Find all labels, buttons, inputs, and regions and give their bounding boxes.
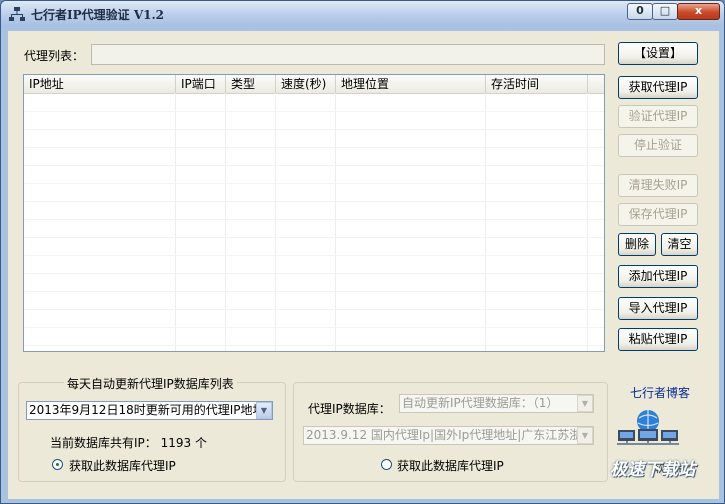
- database-radio-label[interactable]: 获取此数据库代理IP: [397, 457, 504, 474]
- database-detail-value: 2013.9.12 国内代理Ip|国外Ip代理地址|广东江苏浙: [306, 428, 582, 442]
- grid-line: [24, 201, 604, 202]
- verify-proxy-button[interactable]: 验证代理IP: [618, 105, 698, 128]
- proxy-table[interactable]: IP地址 IP端口 类型 速度(秒) 地理位置 存活时间: [23, 74, 605, 352]
- main-panel: 代理列表： IP地址 IP端口 类型 速度(秒) 地理位置 存活时间 【设置】 …: [8, 31, 719, 499]
- auto-update-group-title: 每天自动更新代理IP数据库列表: [64, 375, 237, 392]
- app-window: 七行者IP代理验证 V1.2 0 □ x 代理列表： IP地址 IP端口 类型 …: [0, 0, 725, 504]
- dropdown-arrow-icon[interactable]: ▼: [577, 395, 593, 412]
- grid-line: [335, 93, 336, 351]
- grid-line: [24, 273, 604, 274]
- grid-line: [24, 255, 604, 256]
- grid-line: [24, 345, 604, 346]
- column-alive-time[interactable]: 存活时间: [486, 75, 588, 93]
- column-speed[interactable]: 速度(秒): [276, 75, 336, 93]
- stop-verify-button[interactable]: 停止验证: [618, 134, 698, 157]
- column-type[interactable]: 类型: [226, 75, 276, 93]
- delete-button[interactable]: 删除: [618, 233, 656, 256]
- watermark-text: 极速下载站: [610, 460, 695, 480]
- grid-line: [485, 93, 486, 351]
- db-count-label: 当前数据库共有IP： 1193 个: [50, 434, 207, 451]
- network-computers-icon: [617, 410, 679, 445]
- db-count-text: 当前数据库共有IP：: [50, 436, 157, 450]
- column-ip-address[interactable]: IP地址: [24, 75, 176, 93]
- get-proxy-button[interactable]: 获取代理IP: [618, 76, 698, 99]
- grid-line: [24, 147, 604, 148]
- column-filler: [588, 75, 604, 93]
- grid-line: [24, 237, 604, 238]
- grid-line: [175, 93, 176, 351]
- grid-line: [24, 111, 604, 112]
- dropdown-arrow-icon[interactable]: ▼: [256, 402, 272, 419]
- proxy-list-label: 代理列表：: [24, 49, 85, 63]
- database-radio[interactable]: [381, 459, 392, 470]
- auto-db-radio[interactable]: [52, 459, 63, 470]
- maximize-button[interactable]: □: [652, 3, 678, 20]
- grid-line: [24, 309, 604, 310]
- database-label: 代理IP数据库：: [308, 402, 391, 416]
- title-bar: 七行者IP代理验证 V1.2 0 □ x: [1, 1, 724, 27]
- save-proxy-button[interactable]: 保存代理IP: [618, 203, 698, 226]
- proxy-list-field: [91, 44, 605, 65]
- clean-failed-button[interactable]: 清理失败IP: [618, 174, 698, 197]
- settings-button[interactable]: 【设置】: [618, 42, 698, 65]
- grid-line: [587, 93, 588, 351]
- dropdown-arrow-icon[interactable]: ▼: [577, 427, 593, 444]
- db-count-value: 1193: [160, 436, 192, 450]
- database-detail-select[interactable]: 2013.9.12 国内代理Ip|国外Ip代理地址|广东江苏浙 ▼: [303, 426, 594, 445]
- grid-line: [225, 93, 226, 351]
- minimize-button[interactable]: 0: [627, 3, 653, 20]
- import-proxy-button[interactable]: 导入代理IP: [618, 297, 698, 320]
- column-ip-port[interactable]: IP端口: [176, 75, 226, 93]
- database-selected-value: 自动更新IP代理数据库：（1）: [402, 396, 559, 410]
- grid-line: [24, 129, 604, 130]
- close-button[interactable]: x: [677, 3, 720, 20]
- grid-line: [24, 219, 604, 220]
- grid-line: [275, 93, 276, 351]
- db-count-unit: 个: [194, 436, 207, 450]
- grid-line: [24, 291, 604, 292]
- auto-update-list-select[interactable]: 2013年9月12日18时更新可用的代理IP地址 ▼: [26, 401, 273, 420]
- database-select[interactable]: 自动更新IP代理数据库：（1） ▼: [399, 394, 594, 413]
- grid-line: [24, 165, 604, 166]
- grid-line: [24, 327, 604, 328]
- paste-proxy-button[interactable]: 粘贴代理IP: [618, 328, 698, 351]
- auto-db-radio-label[interactable]: 获取此数据库代理IP: [69, 457, 176, 474]
- clear-button[interactable]: 清空: [661, 233, 698, 256]
- network-app-icon: [9, 7, 25, 21]
- add-proxy-button[interactable]: 添加代理IP: [618, 265, 698, 288]
- grid-line: [24, 183, 604, 184]
- table-header: IP地址 IP端口 类型 速度(秒) 地理位置 存活时间: [24, 75, 604, 94]
- column-location[interactable]: 地理位置: [336, 75, 486, 93]
- auto-update-selected-value: 2013年9月12日18时更新可用的代理IP地址: [29, 403, 265, 417]
- blog-link[interactable]: 七行者博客: [630, 384, 690, 401]
- window-title: 七行者IP代理验证 V1.2: [31, 8, 165, 22]
